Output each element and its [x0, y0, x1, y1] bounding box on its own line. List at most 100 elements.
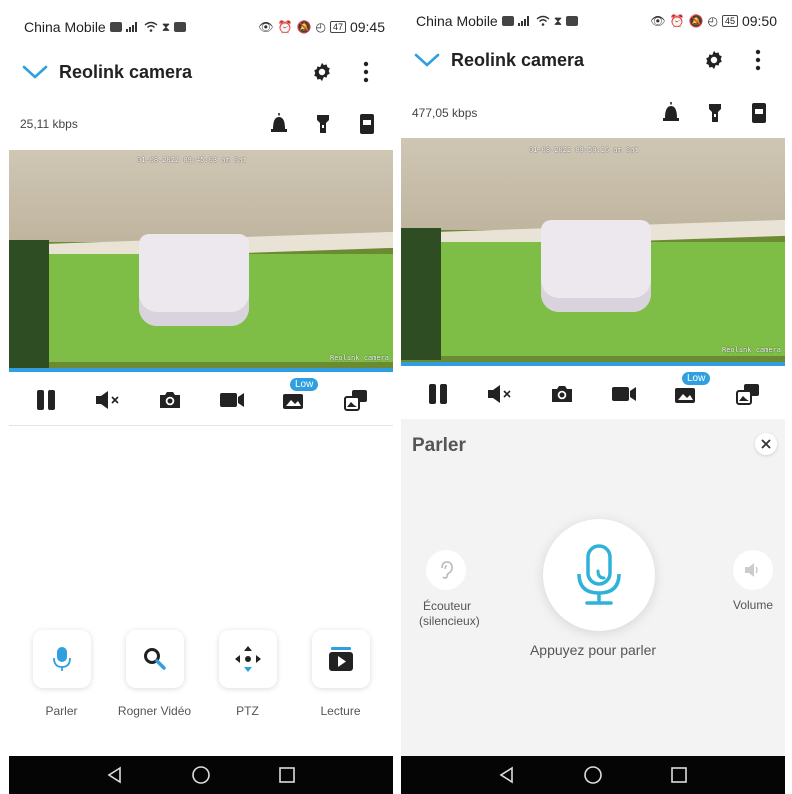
recents-button[interactable] — [275, 763, 299, 787]
quality-button[interactable]: Low — [274, 378, 319, 420]
talk-panel: Parler Écouteur (silencieux) Appuyez pou… — [401, 419, 785, 756]
spotlight-button[interactable] — [309, 109, 337, 139]
back-button[interactable] — [103, 763, 127, 787]
push-to-talk-button[interactable] — [543, 519, 655, 631]
close-talk-panel-button[interactable] — [755, 433, 777, 455]
multi-screen-icon — [344, 390, 367, 411]
video-watermark: Reolink camera — [329, 354, 389, 362]
playback-action[interactable]: Lecture — [296, 630, 386, 718]
live-video-feed[interactable]: 01-08-2022 09:50:16 am Sat Reolink camer… — [401, 138, 785, 366]
playback-label: Lecture — [320, 704, 361, 718]
camera-title: Reolink camera — [59, 61, 193, 82]
divider — [9, 425, 393, 426]
quality-button[interactable]: Low — [666, 372, 711, 414]
back-button[interactable] — [495, 763, 519, 787]
ptz-action[interactable]: PTZ — [203, 630, 293, 718]
status-bar: China Mobile ⧗ 👁 ⏰ 🔕 ◴ 47 09:45 — [9, 12, 393, 42]
phone-screen-left: China Mobile ⧗ 👁 ⏰ 🔕 ◴ 47 09:45 Reolink … — [9, 0, 393, 794]
crop-video-button[interactable] — [125, 630, 184, 688]
crop-video-label: Rogner Vidéo — [117, 704, 192, 718]
ptz-icon — [234, 646, 261, 672]
signal-icon — [517, 15, 532, 28]
flashlight-icon — [709, 104, 721, 122]
carrier-label: China Mobile — [24, 19, 106, 35]
settings-button[interactable] — [699, 45, 729, 75]
clock: 09:50 — [741, 13, 777, 29]
mic-icon — [52, 647, 71, 671]
video-timestamp: 01-08-2022 09:45:03 am Sat — [137, 156, 247, 164]
app-notification-icon — [566, 16, 579, 26]
collapse-chevron-icon[interactable] — [413, 50, 441, 70]
pause-button[interactable] — [418, 374, 458, 414]
spotlight-button[interactable] — [701, 98, 729, 128]
home-button[interactable] — [581, 763, 605, 787]
camera-hub-device — [541, 220, 651, 312]
battery-icon: 45 — [721, 15, 738, 27]
volume-button[interactable] — [733, 550, 773, 590]
hd-icon — [109, 22, 122, 32]
video-camera-icon — [220, 393, 244, 407]
status-bar: China Mobile ⧗ 👁 ⏰ 🔕 ◴ 45 09:50 — [401, 6, 785, 36]
more-vertical-icon — [363, 61, 369, 83]
snapshot-button[interactable] — [150, 380, 190, 420]
home-button[interactable] — [189, 763, 213, 787]
back-triangle-icon — [107, 766, 121, 784]
microphone-icon — [577, 544, 621, 605]
wifi-icon — [144, 21, 158, 34]
earpiece-button[interactable] — [426, 550, 466, 590]
signal-icon — [125, 21, 140, 34]
speaker-muted-icon — [96, 391, 119, 409]
playback-button[interactable] — [311, 630, 370, 688]
record-button[interactable] — [604, 374, 644, 414]
mute-button[interactable] — [88, 380, 128, 420]
speaker-icon — [745, 563, 758, 577]
recents-button[interactable] — [667, 763, 691, 787]
android-nav-bar — [9, 756, 393, 794]
alarm-icon: ⏰ — [669, 14, 685, 28]
app-notification-icon — [174, 22, 187, 32]
alarm-icon: ⏰ — [277, 20, 293, 34]
crop-video-action[interactable]: Rogner Vidéo — [110, 630, 200, 718]
device-button[interactable] — [745, 98, 773, 128]
recents-square-icon — [671, 767, 687, 783]
record-button[interactable] — [212, 380, 252, 420]
siren-icon — [663, 102, 679, 121]
home-circle-icon — [192, 766, 210, 784]
close-icon — [761, 439, 771, 449]
pause-button[interactable] — [26, 380, 66, 420]
playback-icon — [328, 647, 353, 671]
siren-button[interactable] — [265, 109, 293, 139]
more-menu-button[interactable] — [743, 45, 773, 75]
ptz-button[interactable] — [218, 630, 277, 688]
screen-mode-button[interactable] — [728, 374, 768, 414]
talk-panel-title: Parler — [412, 435, 466, 456]
screen-mode-button[interactable] — [336, 380, 376, 420]
zoom-icon — [143, 648, 166, 670]
phone-screen-right: China Mobile ⧗ 👁 ⏰ 🔕 ◴ 45 09:50 Reolink … — [401, 0, 785, 794]
quality-low-badge: Low — [290, 378, 319, 391]
camera-icon — [160, 392, 180, 408]
siren-button[interactable] — [657, 98, 685, 128]
app-header: Reolink camera — [9, 52, 393, 92]
mute-button[interactable] — [480, 374, 520, 414]
multi-screen-icon — [736, 384, 759, 405]
talk-button[interactable] — [32, 630, 91, 688]
collapse-chevron-icon[interactable] — [21, 62, 49, 82]
volume-label: Volume — [732, 598, 774, 612]
android-nav-bar — [401, 756, 785, 794]
image-quality-icon — [283, 394, 303, 409]
talk-label: Parler — [45, 704, 78, 718]
player-controls: Low — [401, 366, 785, 422]
camera-hub-device — [139, 234, 249, 326]
settings-button[interactable] — [307, 57, 337, 87]
live-video-feed[interactable]: 01-08-2022 09:45:03 am Sat Reolink camer… — [9, 150, 393, 372]
ptz-label: PTZ — [236, 704, 259, 718]
more-menu-button[interactable] — [351, 57, 381, 87]
gear-icon — [314, 62, 330, 82]
battery-icon: 47 — [329, 21, 346, 33]
talk-action[interactable]: Parler — [17, 630, 107, 718]
camera-device-icon — [360, 114, 374, 134]
device-button[interactable] — [353, 109, 381, 139]
snapshot-button[interactable] — [542, 374, 582, 414]
camera-icon — [552, 386, 572, 402]
